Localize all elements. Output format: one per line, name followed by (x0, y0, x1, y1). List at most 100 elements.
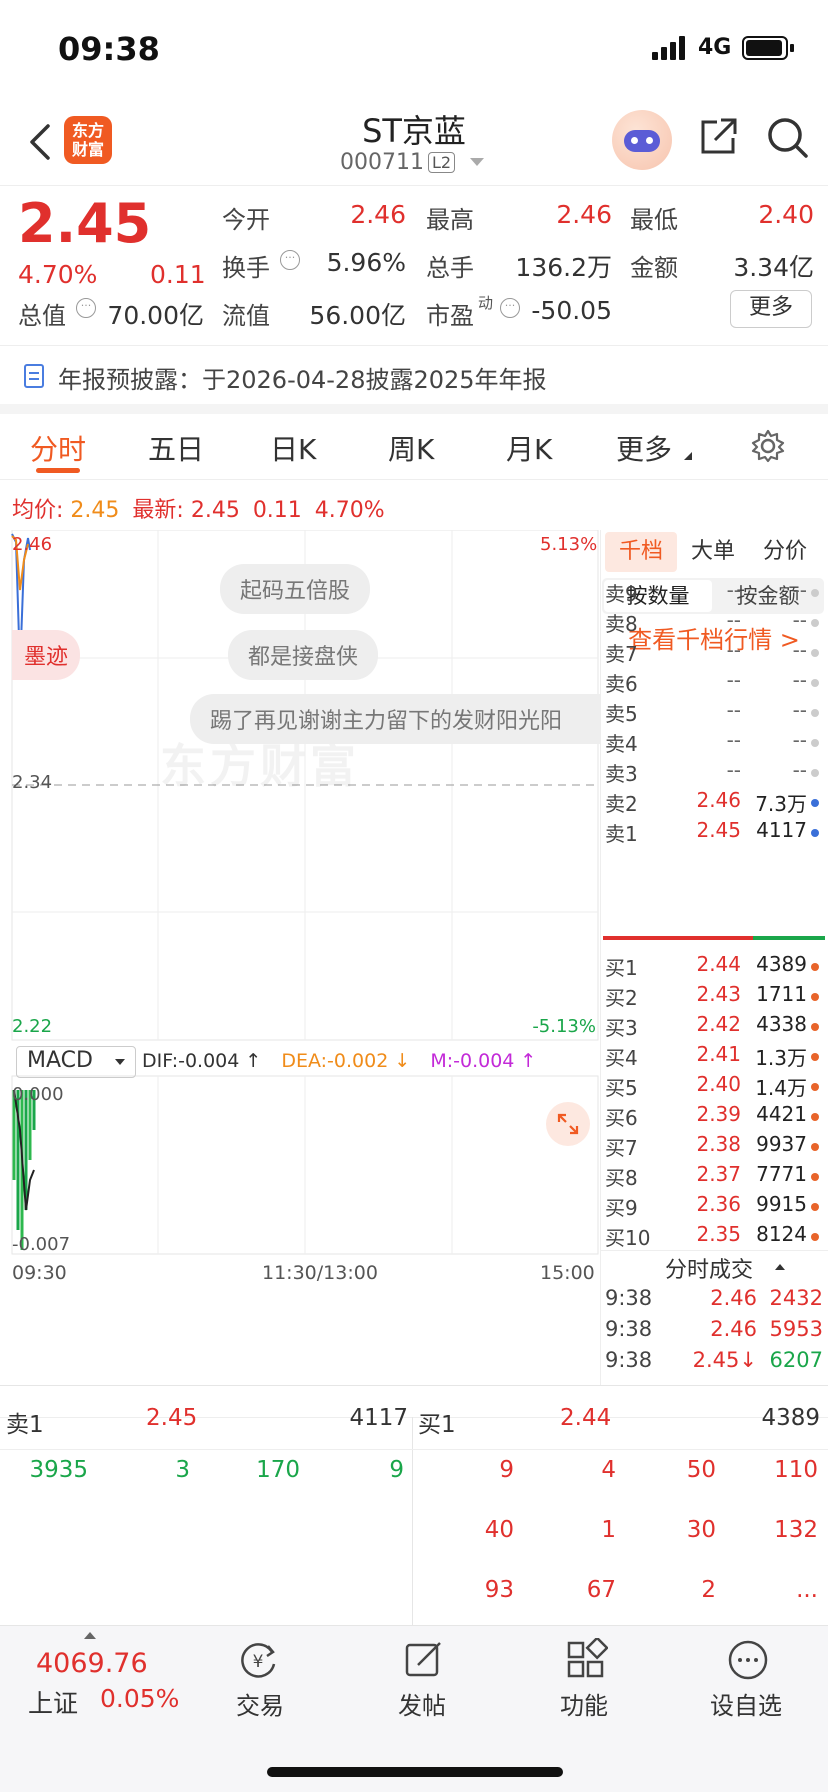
level-dot (811, 799, 819, 807)
level-price: 2.46 (696, 788, 741, 812)
float-label: 流值 (222, 302, 270, 330)
level-price: -- (726, 638, 741, 662)
buy-level-row[interactable]: 买8 2.37 7771 (601, 1162, 828, 1192)
expand-icon[interactable] (546, 1102, 590, 1146)
functions-button[interactable]: 功能 (560, 1686, 608, 1721)
share-icon[interactable] (697, 116, 739, 158)
level-label: 买5 (605, 1076, 638, 1100)
level-price: -- (726, 698, 741, 722)
buy-level-row[interactable]: 买1 2.44 4389 (601, 952, 828, 982)
more-button[interactable]: 更多 (730, 290, 812, 328)
add-watchlist-button[interactable]: 设自选 (710, 1686, 782, 1721)
stock-code: 000711 (340, 150, 424, 175)
buy-queue-order: 40 (484, 1517, 514, 1543)
tab-weekly-k[interactable]: 周K (388, 428, 434, 468)
comment-bubble-side[interactable]: 墨迹 (12, 630, 81, 680)
post-icon[interactable] (402, 1638, 446, 1682)
pct-axis-top: 5.13% (540, 534, 598, 555)
trades-title[interactable]: 分时成交 (665, 1252, 753, 1284)
buy-level-row[interactable]: 买4 2.41 1.3万 (601, 1042, 828, 1072)
quote-summary: 2.45 4.70% 0.11 今开 2.46 最高 2.46 最低 2.40 … (0, 186, 828, 346)
annual-report-notice[interactable]: 年报预披露：于2026-04-28披露2025年年报 (0, 346, 828, 414)
info-icon[interactable]: ··· (280, 250, 300, 270)
info-icon[interactable]: ··· (500, 298, 520, 318)
index-value[interactable]: 4069.76 (36, 1648, 148, 1679)
intraday-chart-area: 均价: 2.45 最新: 2.45 0.11 4.70% 东方财富 2.46 5… (0, 480, 600, 1385)
buy-level-row[interactable]: 买10 2.35 8124 (601, 1222, 828, 1252)
sell-level-row[interactable]: 卖9 -- -- (601, 578, 828, 608)
tab-more[interactable]: 更多 (616, 428, 672, 468)
watchlist-add-icon[interactable] (726, 1638, 770, 1682)
chevron-down-icon[interactable] (470, 158, 484, 166)
chart-tabs: 分时 五日 日K 周K 月K 更多 (0, 414, 828, 480)
trade-volume: 2432 (769, 1286, 823, 1310)
sell-level-row[interactable]: 卖8 -- -- (601, 608, 828, 638)
level-dot (811, 619, 819, 627)
macd-bars (12, 1089, 36, 1250)
tab-daily-k[interactable]: 日K (270, 428, 316, 468)
network-label: 4G (698, 35, 732, 60)
macd-m: M:-0.004 ↑ (430, 1050, 537, 1072)
functions-grid-icon[interactable] (564, 1636, 609, 1682)
chevron-up-icon[interactable] (84, 1632, 96, 1639)
chevron-up-icon[interactable] (775, 1264, 785, 1270)
level-price: 2.35 (696, 1222, 741, 1246)
turnover-label: 换手 (222, 254, 270, 282)
level-volume: -- (792, 728, 807, 752)
level-price: 2.43 (696, 982, 741, 1006)
trade-time: 9:38 (605, 1348, 653, 1372)
level-price: 2.40 (696, 1072, 741, 1096)
level-dot (811, 709, 819, 717)
pe-value: -50.05 (531, 296, 612, 325)
tab-five-day[interactable]: 五日 (148, 428, 204, 468)
buy1-label: 买1 (418, 1412, 456, 1438)
sell-level-row[interactable]: 卖7 -- -- (601, 638, 828, 668)
clock: 09:38 (58, 30, 160, 68)
trade-icon[interactable]: ¥ (236, 1638, 280, 1682)
buy-level-row[interactable]: 买7 2.38 9937 (601, 1132, 828, 1162)
search-icon[interactable] (766, 116, 810, 160)
sell-queue-order: 9 (389, 1457, 404, 1483)
notice-text: 年报预披露：于2026-04-28披露2025年年报 (58, 366, 547, 394)
info-icon[interactable]: ··· (76, 298, 96, 318)
sell-level-row[interactable]: 卖2 2.46 7.3万 (601, 788, 828, 818)
comment-bubble[interactable]: 踢了再见谢谢主力留下的发财阳光阳 (190, 694, 600, 744)
buy-level-row[interactable]: 买5 2.40 1.4万 (601, 1072, 828, 1102)
buy1-volume: 4389 (761, 1405, 820, 1431)
buy-level-row[interactable]: 买6 2.39 4421 (601, 1102, 828, 1132)
home-indicator[interactable] (267, 1767, 563, 1777)
comment-bubble[interactable]: 起码五倍股 (220, 564, 371, 614)
y-axis-top: 2.46 (12, 534, 53, 555)
post-button[interactable]: 发帖 (398, 1686, 446, 1721)
last-price: 2.45 (18, 192, 152, 255)
level-volume: 1711 (756, 982, 807, 1006)
sell-level-row[interactable]: 卖4 -- -- (601, 728, 828, 758)
buy-level-row[interactable]: 买2 2.43 1711 (601, 982, 828, 1012)
level-volume: 4338 (756, 1012, 807, 1036)
trade-button[interactable]: 交易 (236, 1686, 284, 1721)
settings-gear-icon[interactable] (750, 428, 786, 464)
battery-icon (742, 36, 794, 60)
level-volume: -- (792, 638, 807, 662)
sell-level-row[interactable]: 卖1 2.45 4117 (601, 818, 828, 848)
tab-intraday[interactable]: 分时 (30, 428, 86, 468)
comment-bubble[interactable]: 都是接盘侠 (228, 630, 379, 680)
buy-level-row[interactable]: 买9 2.36 9915 (601, 1192, 828, 1222)
low-label: 最低 (630, 206, 678, 234)
sell-level-row[interactable]: 卖3 -- -- (601, 758, 828, 788)
indicator-selector[interactable]: MACD (16, 1046, 136, 1078)
buy-level-row[interactable]: 买3 2.42 4338 (601, 1012, 828, 1042)
trade-price: 2.46 (710, 1286, 757, 1310)
pct-axis-bottom: -5.13% (532, 1016, 596, 1037)
level-price: 2.42 (696, 1012, 741, 1036)
level-dot (811, 769, 819, 777)
macd-dif: DIF:-0.004 ↑ (142, 1050, 262, 1072)
level-volume: 7771 (756, 1162, 807, 1186)
trade-price: 2.45↓ (692, 1348, 757, 1372)
sell-level-row[interactable]: 卖5 -- -- (601, 698, 828, 728)
assistant-avatar-icon[interactable] (612, 110, 672, 170)
sell-level-row[interactable]: 卖6 -- -- (601, 668, 828, 698)
level-volume: 4421 (756, 1102, 807, 1126)
level-volume: 9915 (756, 1192, 807, 1216)
tab-monthly-k[interactable]: 月K (506, 428, 552, 468)
